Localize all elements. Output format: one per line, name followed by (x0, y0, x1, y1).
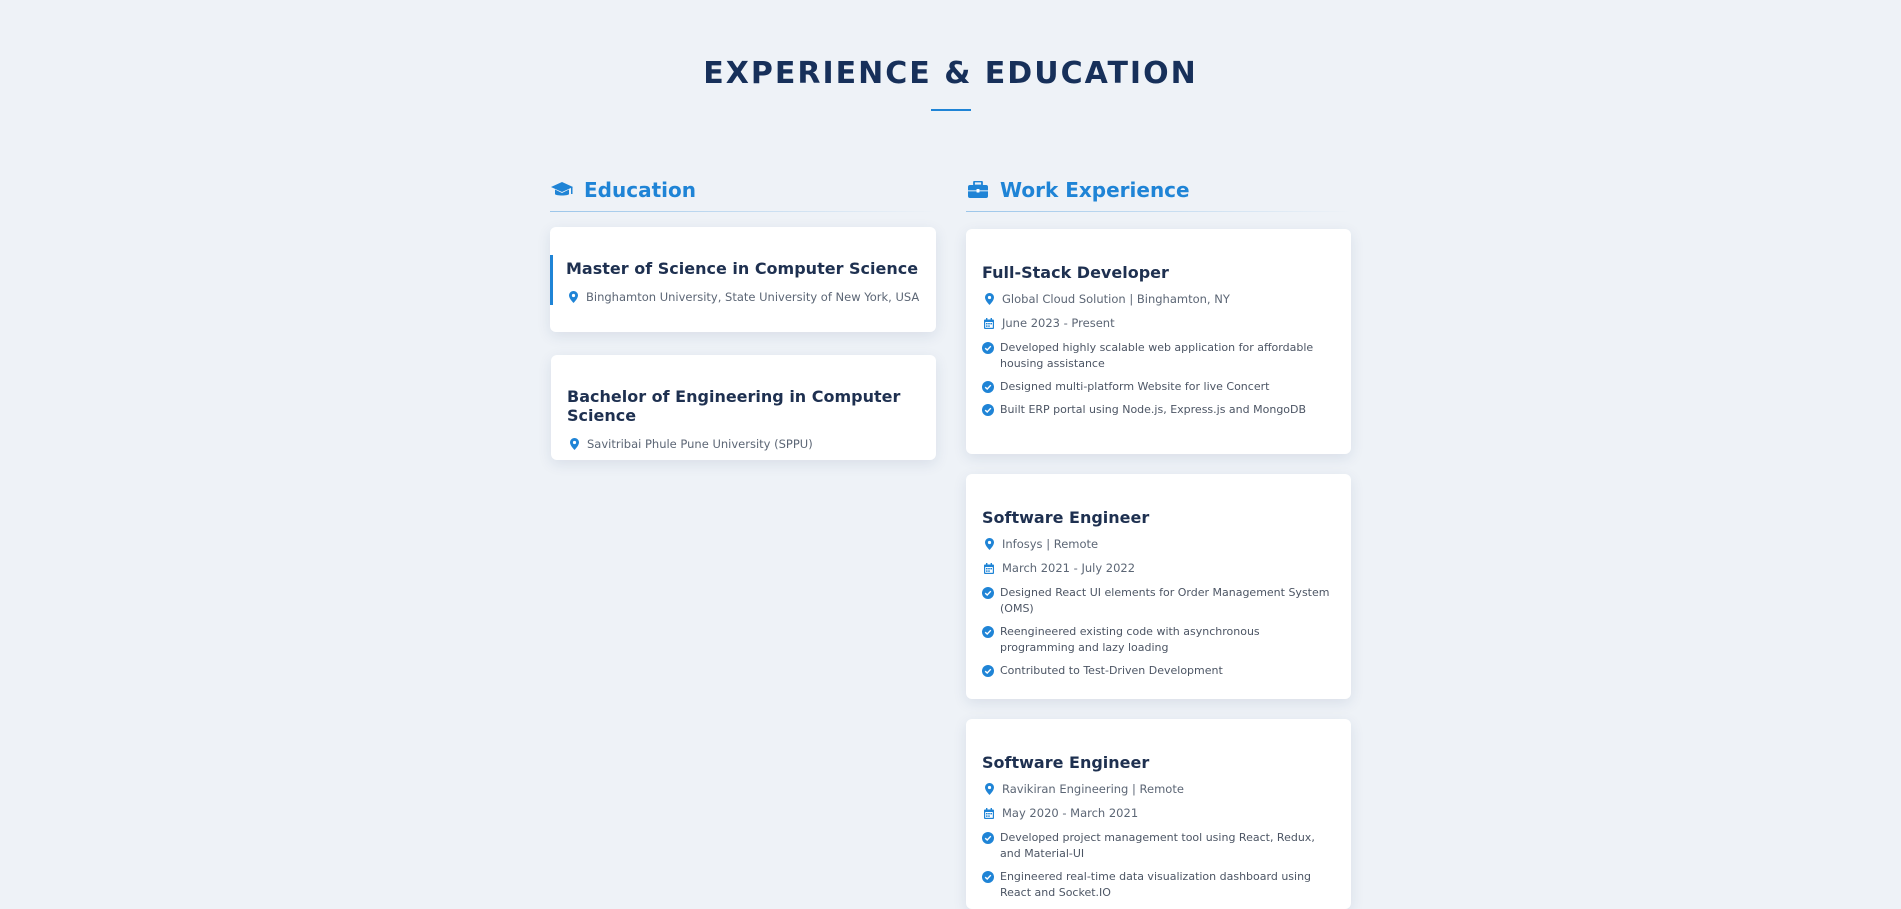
work-bullet-text: Engineered real-time data visualization … (1000, 870, 1312, 899)
briefcase-icon (966, 178, 990, 202)
education-heading: Education (550, 170, 936, 212)
map-marker-icon (982, 293, 996, 305)
map-marker-icon (567, 438, 581, 450)
education-school-label: Savitribai Phule Pune University (SPPU) (587, 437, 813, 451)
work-role: Full-Stack Developer (982, 263, 1169, 282)
map-marker-icon (566, 291, 580, 303)
work-bullets: Developed project management tool using … (982, 830, 1335, 901)
education-school: Savitribai Phule Pune University (SPPU) (567, 437, 920, 451)
work-bullet: Reengineered existing code with asynchro… (982, 624, 1335, 656)
work-bullet: Built ERP portal using Node.js, Express.… (982, 402, 1335, 418)
calendar-icon (982, 562, 996, 574)
work-bullets: Developed highly scalable web applicatio… (982, 340, 1335, 418)
work-bullet: Contributed to Test-Driven Development (982, 663, 1335, 679)
check-circle-icon (982, 404, 994, 416)
work-dates: March 2021 - July 2022 (982, 561, 1335, 575)
work-card: Software Engineer Infosys | Remote March… (966, 474, 1351, 699)
check-circle-icon (982, 381, 994, 393)
work-dates-label: June 2023 - Present (1002, 316, 1115, 330)
calendar-icon (982, 807, 996, 819)
work-bullet-text: Developed highly scalable web applicatio… (1000, 341, 1314, 370)
check-circle-icon (982, 871, 994, 883)
work-company: Global Cloud Solution | Binghamton, NY (982, 292, 1335, 306)
graduation-cap-icon (550, 178, 574, 202)
calendar-icon (982, 317, 996, 329)
work-bullet: Developed project management tool using … (982, 830, 1335, 862)
education-degree: Bachelor of Engineering in Computer Scie… (567, 387, 901, 425)
work-bullet: Engineered real-time data visualization … (982, 869, 1335, 901)
work-dates-label: May 2020 - March 2021 (1002, 806, 1139, 820)
work-bullet-text: Developed project management tool using … (1000, 831, 1315, 860)
check-circle-icon (982, 342, 994, 354)
section-title: EXPERIENCE & EDUCATION (703, 56, 1198, 91)
work-role: Software Engineer (982, 508, 1150, 527)
work-company-label: Ravikiran Engineering | Remote (1002, 782, 1184, 796)
work-bullet-text: Built ERP portal using Node.js, Express.… (1000, 403, 1307, 416)
map-marker-icon (982, 538, 996, 550)
work-dates: June 2023 - Present (982, 316, 1335, 330)
work-role: Software Engineer (982, 753, 1150, 772)
education-card: Bachelor of Engineering in Computer Scie… (551, 355, 936, 460)
work-bullet: Developed highly scalable web applicatio… (982, 340, 1335, 372)
title-underline (931, 109, 971, 111)
work-card: Software Engineer Ravikiran Engineering … (966, 719, 1351, 909)
education-school: Binghamton University, State University … (566, 290, 920, 304)
map-marker-icon (982, 783, 996, 795)
education-school-label: Binghamton University, State University … (586, 290, 920, 304)
work-bullet-text: Contributed to Test-Driven Development (1000, 664, 1223, 677)
work-company: Infosys | Remote (982, 537, 1335, 551)
work-bullets: Designed React UI elements for Order Man… (982, 585, 1335, 679)
work-column: Work Experience Full-Stack Developer Glo… (966, 170, 1351, 909)
check-circle-icon (982, 587, 994, 599)
work-company: Ravikiran Engineering | Remote (982, 782, 1335, 796)
work-bullet-text: Reengineered existing code with asynchro… (1000, 625, 1260, 654)
work-bullet-text: Designed multi-platform Website for live… (1000, 380, 1270, 393)
check-circle-icon (982, 832, 994, 844)
work-heading-label: Work Experience (1000, 178, 1190, 202)
work-bullet-text: Designed React UI elements for Order Man… (1000, 586, 1330, 615)
work-company-label: Global Cloud Solution | Binghamton, NY (1002, 292, 1230, 306)
check-circle-icon (982, 626, 994, 638)
work-bullet: Designed multi-platform Website for live… (982, 379, 1335, 395)
work-card: Full-Stack Developer Global Cloud Soluti… (966, 229, 1351, 454)
work-dates: May 2020 - March 2021 (982, 806, 1335, 820)
education-heading-label: Education (584, 178, 696, 202)
work-company-label: Infosys | Remote (1002, 537, 1099, 551)
education-card: Master of Science in Computer Science Bi… (550, 227, 936, 332)
work-bullet: Designed React UI elements for Order Man… (982, 585, 1335, 617)
education-degree: Master of Science in Computer Science (566, 259, 919, 278)
education-column: Education Master of Science in Computer … (550, 170, 936, 460)
work-heading: Work Experience (966, 170, 1351, 212)
work-dates-label: March 2021 - July 2022 (1002, 561, 1136, 575)
check-circle-icon (982, 665, 994, 677)
